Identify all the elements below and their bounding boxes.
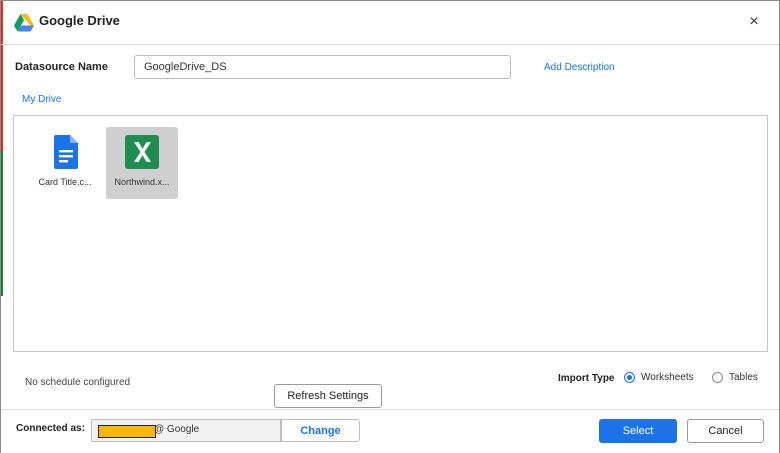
dialog-footer: Connected as: @ Google Change Select Can… xyxy=(1,409,779,453)
redacted-account-name xyxy=(98,425,156,438)
datasource-name-input[interactable] xyxy=(134,55,511,79)
cancel-button[interactable]: Cancel xyxy=(687,419,764,443)
account-provider: @ Google xyxy=(154,424,200,435)
radio-tables-label: Tables xyxy=(729,372,758,383)
background-edge-green xyxy=(1,151,3,296)
excel-icon xyxy=(125,135,159,169)
radio-worksheets[interactable] xyxy=(624,372,635,383)
google-drive-dialog: Google Drive × Datasource Name Add Descr… xyxy=(0,0,780,453)
connected-account-field: @ Google xyxy=(91,419,281,442)
google-drive-icon xyxy=(14,14,34,32)
import-type-label: Import Type xyxy=(558,373,615,384)
close-icon[interactable]: × xyxy=(747,13,761,31)
file-item-northwind[interactable]: Northwind.x... xyxy=(106,127,178,199)
file-name: Card Title.c... xyxy=(38,177,92,187)
file-name: Northwind.x... xyxy=(114,177,170,187)
schedule-status: No schedule configured xyxy=(25,377,131,388)
radio-tables[interactable] xyxy=(712,372,723,383)
breadcrumb-my-drive[interactable]: My Drive xyxy=(22,94,61,105)
change-account-button[interactable]: Change xyxy=(281,419,360,442)
connected-as-label: Connected as: xyxy=(16,423,85,434)
google-docs-icon xyxy=(54,135,78,169)
refresh-settings-button[interactable]: Refresh Settings xyxy=(274,384,382,408)
add-description-link[interactable]: Add Description xyxy=(544,62,615,73)
dialog-title: Google Drive xyxy=(39,13,120,28)
file-item-card-title[interactable]: Card Title.c... xyxy=(29,127,101,199)
dialog-header: Google Drive × xyxy=(1,1,779,45)
select-button[interactable]: Select xyxy=(599,419,677,443)
file-browser: Card Title.c... Northwind.x... xyxy=(13,115,768,352)
datasource-name-label: Datasource Name xyxy=(15,61,108,73)
radio-worksheets-label: Worksheets xyxy=(641,372,694,383)
